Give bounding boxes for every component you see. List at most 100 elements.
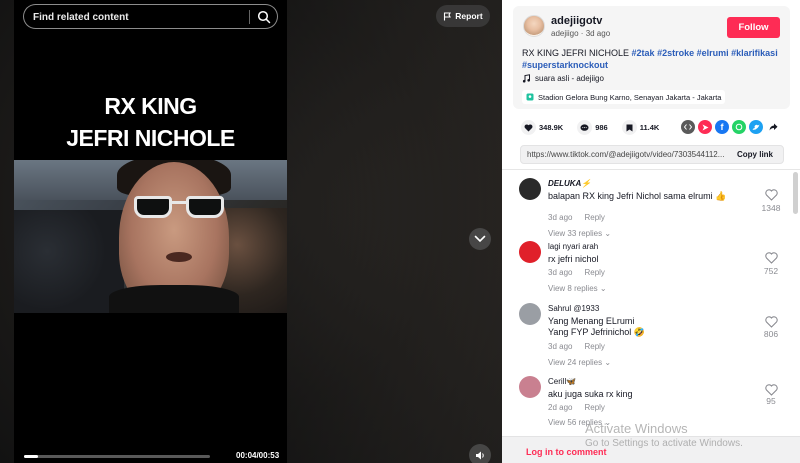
video-player[interactable]: RX KING JEFRI NICHOLE [14, 0, 287, 463]
hashtag-link[interactable]: #klarifikasi [731, 48, 778, 58]
post-age: 3d ago [585, 29, 611, 38]
comment-date: 3d ago [548, 213, 573, 222]
comment-avatar[interactable] [519, 178, 541, 200]
reply-button[interactable]: Reply [584, 342, 604, 351]
video-url[interactable]: https://www.tiktok.com/@adejiigotv/video… [527, 150, 727, 159]
comment-text-line2: Yang FYP Jefrinichol 🤣 [548, 327, 645, 337]
view-replies-button[interactable]: View 56 replies ⌄ [548, 418, 611, 427]
view-replies-button[interactable]: View 8 replies ⌄ [548, 284, 607, 293]
comment-text: rx jefri nichol [548, 254, 599, 264]
comment-icon [580, 123, 589, 131]
heart-icon [524, 123, 533, 131]
video-title-line1: RX KING [104, 93, 197, 119]
comment-meta: 2d ago Reply [548, 403, 605, 412]
login-bar: Log in to comment [502, 436, 800, 463]
comment-date: 3d ago [548, 342, 573, 351]
comment-like-icon[interactable] [765, 384, 778, 396]
comment-like-count: 806 [763, 329, 779, 339]
search-icon[interactable] [257, 10, 271, 24]
music-row[interactable]: suara asli - adejiigo [522, 74, 604, 83]
volume-button[interactable] [469, 444, 491, 463]
comment-like-icon[interactable] [765, 189, 778, 201]
search-divider [249, 10, 250, 24]
comment-like-count: 752 [763, 266, 779, 276]
location-icon [526, 93, 534, 101]
comment-author[interactable]: Cerill🦋 [548, 377, 576, 386]
reply-button[interactable]: Reply [584, 403, 604, 412]
hashtag-link[interactable]: #superstarknockout [522, 60, 608, 70]
comment-avatar[interactable] [519, 376, 541, 398]
comment-author[interactable]: lagi nyari arah [548, 242, 598, 251]
comment-author[interactable]: Sahrul @1933 [548, 304, 599, 313]
video-frame [14, 160, 287, 313]
search-input[interactable] [33, 10, 243, 24]
background-blur [287, 0, 502, 463]
comment-like-icon[interactable] [765, 316, 778, 328]
comment-avatar[interactable] [519, 241, 541, 263]
search-bar[interactable] [23, 4, 278, 29]
reply-button[interactable]: Reply [584, 213, 604, 222]
music-note-icon [522, 74, 530, 83]
comment-like-count: 95 [766, 396, 776, 406]
flag-icon [444, 11, 452, 20]
location-tag[interactable]: Stadion Gelora Bung Karno, Senayan Jakar… [522, 90, 726, 104]
video-time: 00:04/00:53 [236, 451, 280, 460]
comment-date: 2d ago [548, 403, 573, 412]
comment-text-line1: Yang Menang ELrumi [548, 316, 635, 326]
avatar[interactable] [523, 15, 545, 37]
next-video-button[interactable] [469, 228, 491, 250]
view-replies-label: View 56 replies [548, 418, 603, 427]
author-handle: adejiigo [551, 29, 579, 38]
copy-link-box: https://www.tiktok.com/@adejiigotv/video… [520, 145, 784, 164]
follow-button[interactable]: Follow [727, 17, 780, 38]
author-card: adejiigotv adejiigo · 3d ago Follow RX K… [513, 6, 790, 109]
copy-link-button[interactable]: Copy link [737, 150, 773, 159]
share-arrow-icon[interactable] [766, 120, 780, 134]
comment-text: aku juga suka rx king [548, 389, 633, 399]
comment-like-count: 1348 [761, 203, 781, 213]
comment-meta: 3d ago Reply [548, 213, 605, 222]
comment-text: Yang Menang ELrumi Yang FYP Jefrinichol … [548, 316, 645, 338]
reply-button[interactable]: Reply [584, 268, 604, 277]
video-progress-bar[interactable] [24, 455, 210, 458]
video-description: RX KING JEFRI NICHOLE #2tak #2stroke #el… [522, 47, 784, 71]
hashtag-link[interactable]: #2tak [632, 48, 655, 58]
save-stat[interactable]: 11.4K [621, 120, 660, 135]
like-stat[interactable]: 348.9K [521, 120, 563, 135]
save-count: 11.4K [639, 123, 660, 132]
twitter-icon[interactable] [749, 120, 763, 134]
comment-like-icon[interactable] [765, 252, 778, 264]
video-progress-fill [24, 455, 38, 458]
send-to-friends-icon[interactable] [698, 120, 712, 134]
login-to-comment-link[interactable]: Log in to comment [526, 447, 607, 457]
comment-list: DELUKA⚡ balapan RX king Jefri Nichol sam… [502, 170, 800, 428]
chevron-down-icon [474, 235, 486, 243]
comment-stat[interactable]: 986 [577, 120, 608, 135]
location-label: Stadion Gelora Bung Karno, Senayan Jakar… [538, 92, 722, 102]
sunglasses [134, 196, 226, 218]
embed-icon[interactable] [681, 120, 695, 134]
facebook-icon[interactable]: f [715, 120, 729, 134]
comment-date: 3d ago [548, 268, 573, 277]
engagement-stats: 348.9K 986 11.4K [521, 120, 673, 135]
share-buttons: f [681, 120, 780, 134]
comment-author[interactable]: DELUKA⚡ [548, 179, 591, 188]
video-stage: RX KING JEFRI NICHOLE Report [0, 0, 502, 463]
whatsapp-icon[interactable] [732, 120, 746, 134]
comment-text: balapan RX king Jefri Nichol sama elrumi… [548, 191, 727, 201]
author-name[interactable]: adejiigotv [551, 15, 602, 27]
report-label: Report [455, 11, 483, 21]
hashtag-link[interactable]: #2stroke [657, 48, 694, 58]
view-replies-label: View 33 replies [548, 229, 603, 238]
comments-scrollbar[interactable] [793, 172, 798, 214]
comment-avatar[interactable] [519, 303, 541, 325]
view-replies-label: View 24 replies [548, 358, 603, 367]
view-replies-button[interactable]: View 24 replies ⌄ [548, 358, 611, 367]
info-panel: adejiigotv adejiigo · 3d ago Follow RX K… [502, 0, 800, 463]
like-count: 348.9K [539, 123, 564, 132]
comment-meta: 3d ago Reply [548, 342, 605, 351]
report-button[interactable]: Report [436, 5, 490, 27]
music-label: suara asli - adejiigo [535, 74, 604, 83]
hashtag-link[interactable]: #elrumi [697, 48, 729, 58]
view-replies-button[interactable]: View 33 replies ⌄ [548, 229, 611, 238]
